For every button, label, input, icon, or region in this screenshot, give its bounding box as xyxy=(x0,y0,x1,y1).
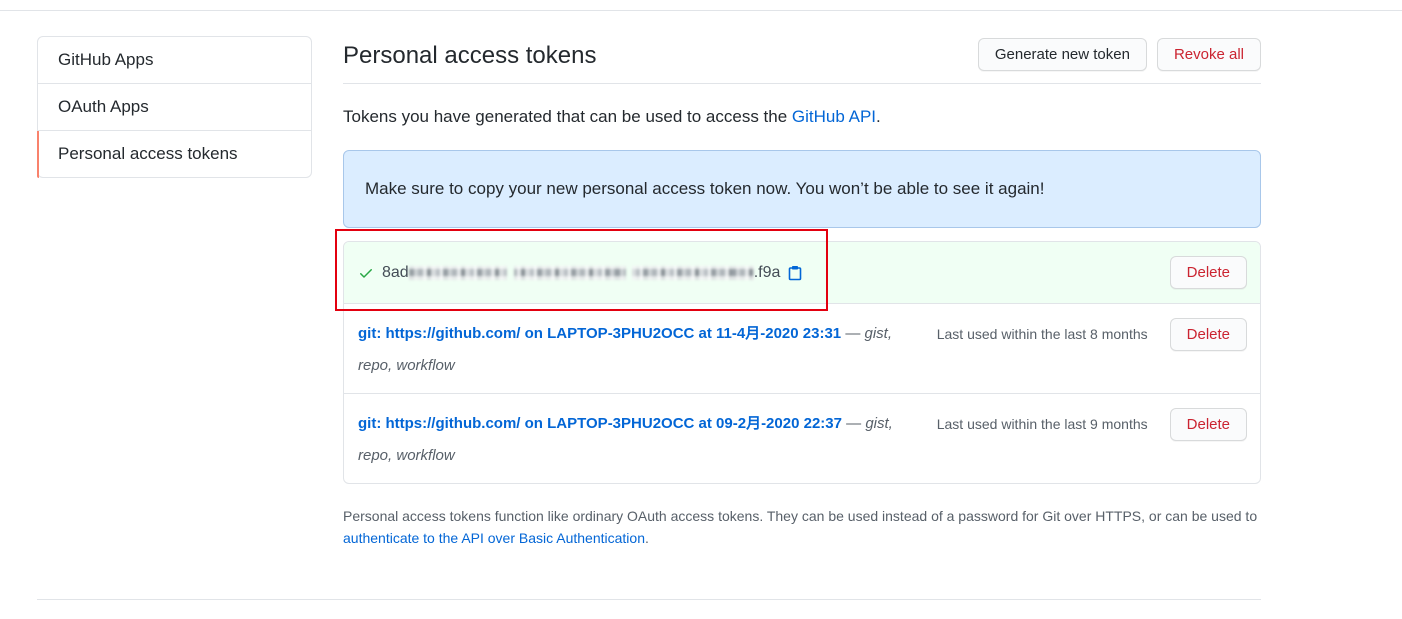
header-divider xyxy=(0,10,1402,11)
token-separator: — xyxy=(845,325,861,342)
revoke-all-button[interactable]: Revoke all xyxy=(1156,38,1261,71)
sidebar-item-label: GitHub Apps xyxy=(58,50,154,69)
selected-indicator xyxy=(37,131,39,178)
flash-message: Make sure to copy your new personal acce… xyxy=(365,179,1045,198)
token-description: git: https://github.com/ on LAPTOP-3PHU2… xyxy=(358,318,914,382)
blur-block xyxy=(631,265,754,280)
token-redacted-blur xyxy=(408,264,754,282)
page-title: Personal access tokens xyxy=(343,42,597,69)
github-api-link[interactable]: GitHub API xyxy=(792,107,876,126)
token-last-used: Last used within the last 9 months xyxy=(936,416,1148,432)
token-last-used: Last used within the last 8 months xyxy=(936,326,1148,342)
token-separator: — xyxy=(846,415,862,432)
clipboard-icon-svg xyxy=(789,265,802,280)
delete-token-button[interactable]: Delete xyxy=(1169,318,1247,351)
subhead-actions: Generate new token Revoke all xyxy=(977,38,1261,71)
sidebar-item-oauth-apps[interactable]: OAuth Apps xyxy=(38,83,311,130)
intro-text-after: . xyxy=(876,107,881,126)
footer-note: Personal access tokens function like ord… xyxy=(343,505,1261,549)
blur-block xyxy=(408,265,507,280)
token-prefix: 8ad xyxy=(382,263,409,281)
check-icon-svg xyxy=(360,268,372,278)
token-name-link[interactable]: git: https://github.com/ on LAPTOP-3PHU2… xyxy=(358,415,842,432)
token-row: git: https://github.com/ on LAPTOP-3PHU2… xyxy=(344,393,1260,483)
clipboard-icon[interactable] xyxy=(788,265,802,281)
token-name-link[interactable]: git: https://github.com/ on LAPTOP-3PHU2… xyxy=(358,325,841,342)
flash-notice: Make sure to copy your new personal acce… xyxy=(343,150,1261,228)
new-token-value: 8ad .f9a xyxy=(382,264,780,282)
token-row: git: https://github.com/ on LAPTOP-3PHU2… xyxy=(344,303,1260,393)
subhead: Personal access tokens Generate new toke… xyxy=(343,36,1261,84)
check-icon xyxy=(358,265,374,281)
blur-block xyxy=(513,265,626,280)
sidebar-item-github-apps[interactable]: GitHub Apps xyxy=(38,37,311,83)
settings-sidebar: GitHub Apps OAuth Apps Personal access t… xyxy=(37,36,312,178)
footer-note-text: Personal access tokens function like ord… xyxy=(343,508,1258,524)
delete-token-button[interactable]: Delete xyxy=(1169,408,1247,441)
generate-new-token-button[interactable]: Generate new token xyxy=(977,38,1147,71)
basic-auth-link[interactable]: authenticate to the API over Basic Authe… xyxy=(343,530,645,546)
intro-text: Tokens you have generated that can be us… xyxy=(343,105,881,129)
intro-text-before: Tokens you have generated that can be us… xyxy=(343,107,792,126)
delete-token-button[interactable]: Delete xyxy=(1169,256,1247,289)
sidebar-item-label: Personal access tokens xyxy=(58,144,238,163)
token-suffix: .f9a xyxy=(753,263,781,281)
footer-divider xyxy=(37,599,1261,600)
token-list: 8ad .f9a Delete git: https://github.com/ … xyxy=(343,241,1261,484)
footer-note-end: . xyxy=(644,530,649,546)
new-token-row: 8ad .f9a Delete xyxy=(344,242,1260,303)
sidebar-item-label: OAuth Apps xyxy=(58,97,149,116)
token-description: git: https://github.com/ on LAPTOP-3PHU2… xyxy=(358,408,914,472)
sidebar-item-personal-access-tokens[interactable]: Personal access tokens xyxy=(37,130,311,178)
